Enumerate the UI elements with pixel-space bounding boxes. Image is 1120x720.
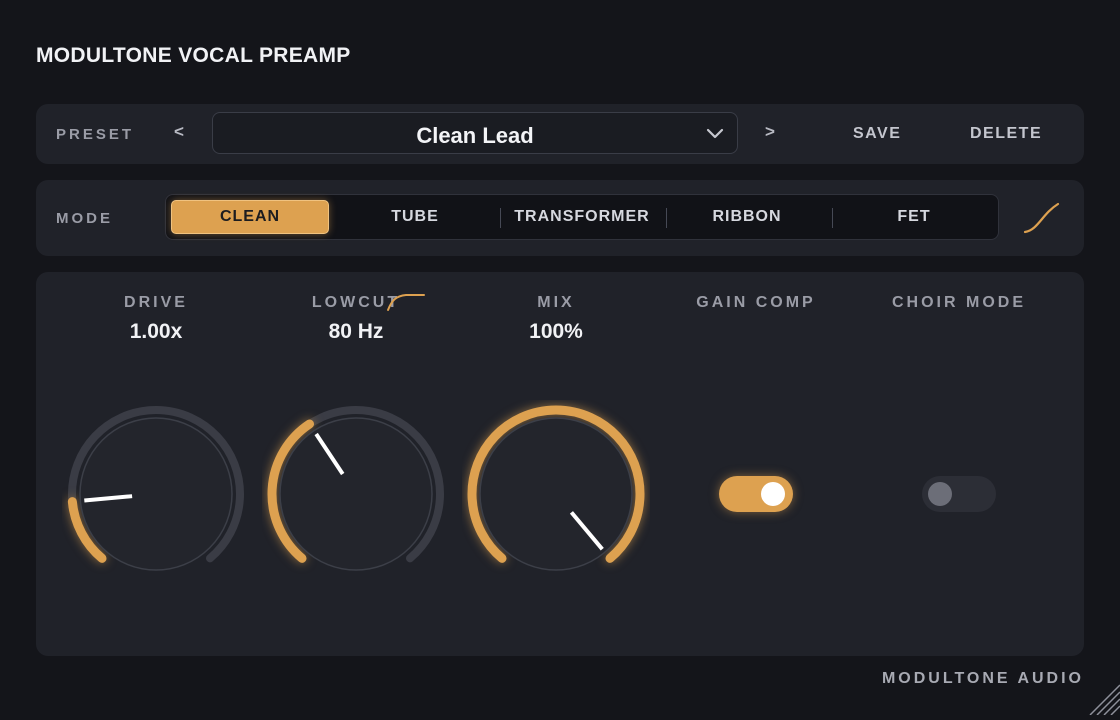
- knob-body: [279, 417, 433, 571]
- gain-comp-label: GAIN COMP: [696, 294, 816, 311]
- toggle-thumb: [761, 482, 785, 506]
- app-title: MODULTONE VOCAL PREAMP: [36, 44, 351, 67]
- preset-dropdown[interactable]: Clean Lead: [212, 112, 738, 154]
- save-button[interactable]: SAVE: [853, 125, 901, 143]
- mode-divider: [666, 208, 667, 228]
- previous-preset-button[interactable]: <: [174, 122, 184, 142]
- mode-option-tube[interactable]: TUBE: [336, 200, 494, 234]
- mode-option-fet[interactable]: FET: [835, 200, 993, 234]
- mix-knob[interactable]: [462, 400, 650, 588]
- knob-body: [479, 417, 633, 571]
- mix-value: 100%: [529, 320, 583, 343]
- next-preset-button[interactable]: >: [765, 122, 775, 142]
- mix-label: MIX: [537, 294, 575, 311]
- preset-bar: PRESET < Clean Lead > SAVE DELETE: [36, 104, 1084, 164]
- toggle-thumb: [928, 482, 952, 506]
- knob-body: [79, 417, 233, 571]
- mode-option-ribbon[interactable]: RIBBON: [668, 200, 826, 234]
- highpass-filter-icon: [386, 292, 426, 317]
- mode-divider: [832, 208, 833, 228]
- controls-panel: DRIVE 1.00x LOWCUT 80 Hz MIX 100% GAIN C…: [36, 272, 1084, 656]
- mode-bar: MODE CLEAN TUBE TRANSFORMER RIBBON FET: [36, 180, 1084, 256]
- chevron-down-icon: [705, 127, 725, 145]
- choir-mode-label: CHOIR MODE: [892, 294, 1026, 311]
- choir-mode-toggle[interactable]: [922, 476, 996, 512]
- gain-comp-toggle[interactable]: [719, 476, 793, 512]
- preset-current-value: Clean Lead: [416, 123, 534, 148]
- lowcut-knob[interactable]: [262, 400, 450, 588]
- brand-footer: MODULTONE AUDIO: [881, 670, 1084, 687]
- mode-option-clean[interactable]: CLEAN: [171, 200, 329, 234]
- delete-button[interactable]: DELETE: [970, 125, 1042, 143]
- drive-value: 1.00x: [129, 320, 183, 343]
- mode-selector: CLEAN TUBE TRANSFORMER RIBBON FET: [165, 194, 999, 240]
- preset-label: PRESET: [56, 126, 135, 143]
- drive-label: DRIVE: [124, 294, 188, 311]
- mode-label: MODE: [56, 210, 113, 227]
- curve-icon[interactable]: [1022, 200, 1062, 241]
- drive-knob[interactable]: [62, 400, 250, 588]
- mode-divider: [500, 208, 501, 228]
- resize-grip-icon[interactable]: [1084, 679, 1120, 720]
- mode-option-transformer[interactable]: TRANSFORMER: [503, 200, 661, 234]
- lowcut-value: 80 Hz: [328, 320, 384, 343]
